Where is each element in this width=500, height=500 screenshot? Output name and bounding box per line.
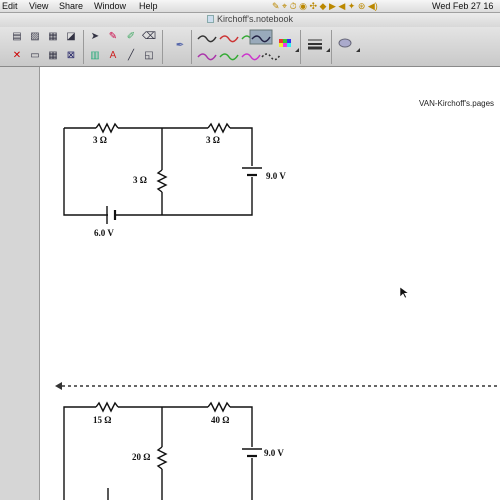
pen-style-7: [241, 53, 261, 61]
menu-view[interactable]: View: [29, 1, 48, 11]
toolbar-separator: [331, 30, 332, 64]
menu-share[interactable]: Share: [59, 1, 83, 11]
menu-window[interactable]: Window: [94, 1, 126, 11]
pen-style-8: [261, 53, 281, 61]
window-title: Kirchoff's.notebook: [216, 14, 294, 24]
notebook-file-icon: [206, 15, 214, 23]
menu-bar: Edit View Share Window Help ✎ ⌖ ⏱ ◉ ✣ ◆ …: [0, 0, 500, 13]
window-title-bar: Kirchoff's.notebook: [0, 13, 500, 27]
toolbar: ▤ ▨ ▦ ◪ ✕ ▭ ▦ ⊠ ➤ ✎ ✐ ⌫ ▥ A ╱ ◱ ✒: [0, 27, 500, 67]
pen-style-5: [197, 53, 217, 61]
menu-help[interactable]: Help: [139, 1, 158, 11]
pen-style-1: [197, 35, 217, 43]
page-filename: VAN-Kirchoff's.pages: [419, 99, 495, 108]
page-sorter-panel[interactable]: [0, 67, 40, 500]
notebook-page[interactable]: [41, 67, 500, 500]
color-palette-icon: [279, 39, 291, 47]
line-style-icon: [308, 39, 322, 50]
status-icons[interactable]: ✎ ⌖ ⏱ ◉ ✣ ◆ ▶ ◀ ✦ ⊛ ◀): [272, 1, 378, 12]
pen-style-6: [219, 53, 239, 61]
transparency-icon: [338, 38, 352, 48]
menu-edit[interactable]: Edit: [2, 1, 18, 11]
pen-style-palette: [197, 29, 360, 61]
menu-clock[interactable]: Wed Feb 27 16: [432, 1, 493, 11]
pen-style-2: [219, 35, 239, 43]
toolbar-separator: [300, 30, 301, 64]
